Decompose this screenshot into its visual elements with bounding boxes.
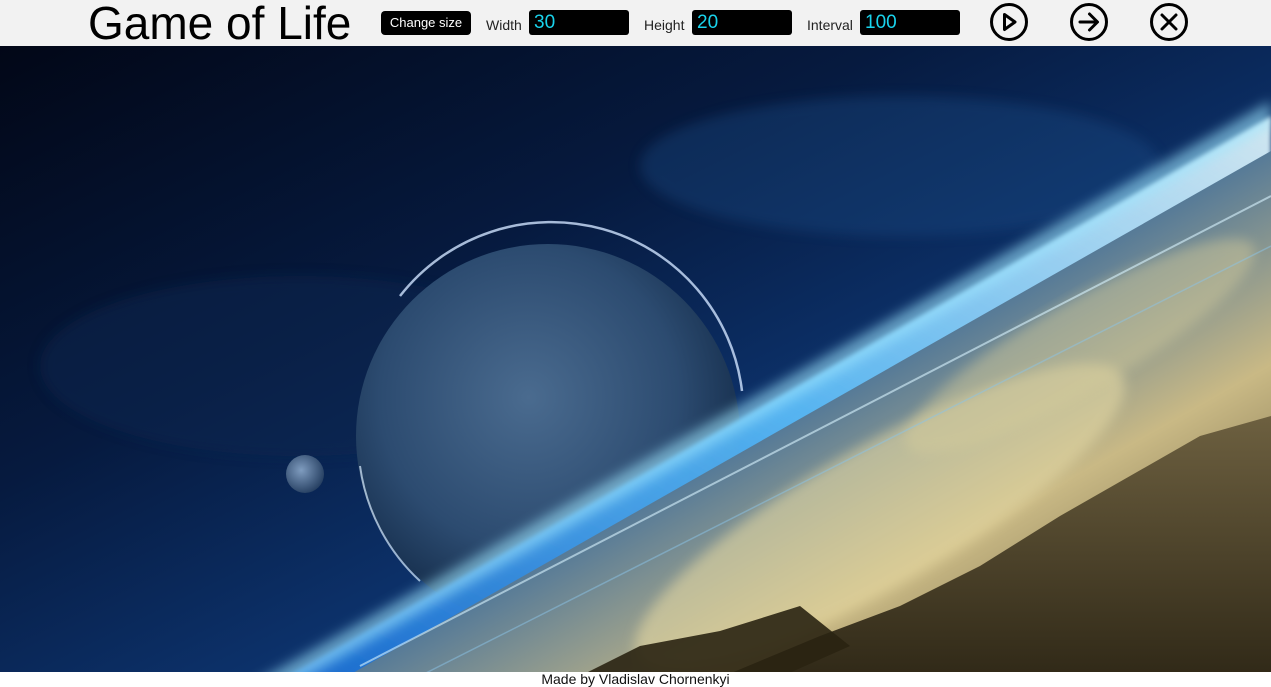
change-size-button[interactable]: Change size: [381, 11, 471, 35]
play-circle-icon[interactable]: [989, 2, 1029, 42]
arrow-right-circle-icon[interactable]: [1069, 2, 1109, 42]
height-label: Height: [644, 17, 685, 33]
width-label: Width: [486, 17, 522, 33]
background-space-image: [0, 46, 1271, 672]
interval-input[interactable]: 100: [860, 10, 960, 35]
close-circle-icon[interactable]: [1149, 2, 1189, 42]
interval-label: Interval: [807, 17, 853, 33]
width-input[interactable]: 30: [529, 10, 629, 35]
page-title: Game of Life: [88, 0, 352, 49]
footer-credit: Made by Vladislav Chornenkyi: [541, 671, 730, 687]
height-input[interactable]: 20: [692, 10, 792, 35]
top-toolbar: Game of Life Change size Width 30 Height…: [0, 0, 1271, 49]
